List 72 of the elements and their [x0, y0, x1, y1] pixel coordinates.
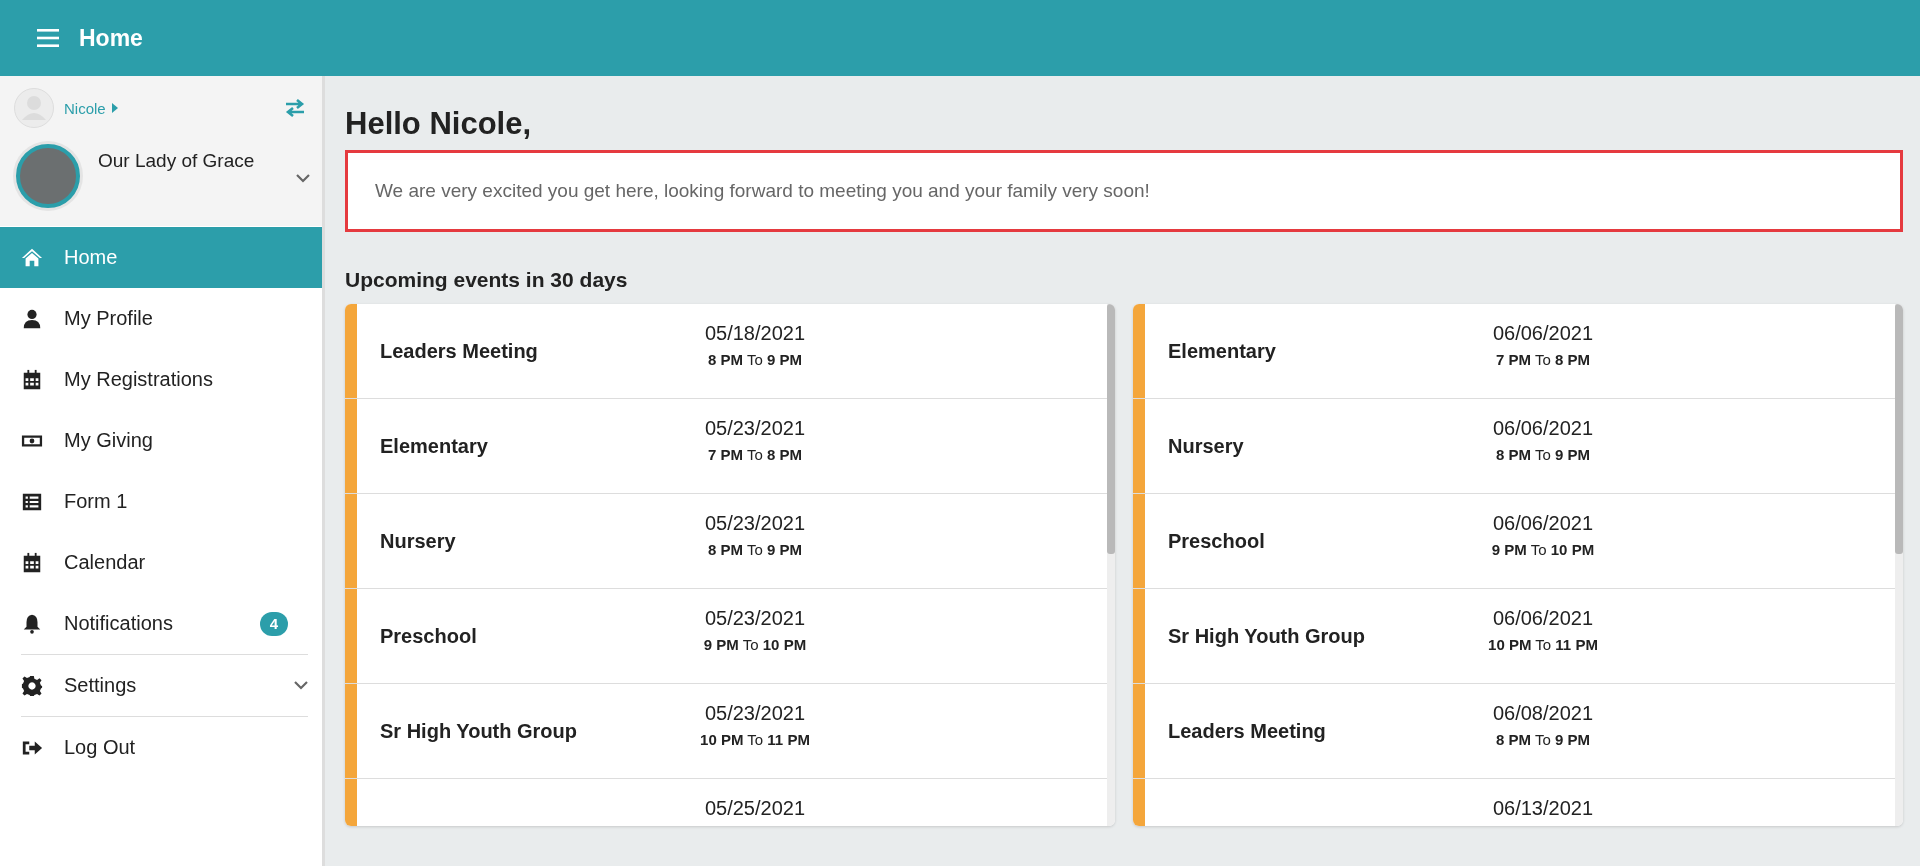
- event-date: 05/23/2021: [704, 607, 806, 630]
- event-date: 05/23/2021: [704, 702, 806, 725]
- menu-item[interactable]: My Profile: [0, 288, 322, 349]
- event-date: 05/18/2021: [704, 322, 806, 345]
- section-heading: Upcoming events in 30 days: [345, 268, 629, 292]
- event-time: 7 PM To 8 PM: [708, 446, 802, 463]
- avatar-icon: [14, 88, 54, 128]
- chevron-down-icon[interactable]: [296, 174, 310, 183]
- event-row[interactable]: Preschool 05/23/2021 9 PM To 10 PM: [345, 589, 1107, 684]
- event-row[interactable]: Elementary 06/06/2021 7 PM To 8 PM: [1133, 304, 1895, 399]
- event-name: Leaders Meeting: [380, 339, 538, 363]
- event-date: 06/06/2021: [1492, 417, 1594, 440]
- scrollbar[interactable]: [1895, 304, 1903, 826]
- caret-icon: [111, 103, 118, 113]
- home-icon: [21, 246, 43, 269]
- menu-item[interactable]: Calendar: [0, 532, 322, 593]
- event-row[interactable]: Sr High Youth Group 05/23/2021 10 PM To 11 PM: [345, 684, 1107, 779]
- event-time: 9 PM To 10 PM: [703, 636, 807, 653]
- event-time: 8 PM To 9 PM: [708, 541, 802, 558]
- event-row[interactable]: Leaders Meeting 05/18/2021 8 PM To 9 PM: [345, 304, 1107, 399]
- logo-placeholder: [16, 144, 80, 208]
- event-date: 05/23/2021: [704, 417, 806, 440]
- event-name: Nursery: [380, 529, 456, 553]
- person-icon: [21, 307, 43, 330]
- event-name: Sr High Youth Group: [380, 719, 578, 743]
- event-time: 8 PM To 9 PM: [1496, 731, 1590, 748]
- menu-item[interactable]: Form 1: [0, 471, 322, 532]
- event-name: Elementary: [380, 434, 488, 458]
- scrollbar[interactable]: [1107, 304, 1115, 826]
- count-badge: 4: [260, 611, 288, 636]
- calendar-icon: [21, 368, 43, 391]
- event-row[interactable]: Leaders Meeting 06/08/2021 8 PM To 9 PM: [1133, 684, 1895, 779]
- event-time: 9 PM To 10 PM: [1491, 541, 1595, 558]
- event-time: 10 PM To 11 PM: [700, 731, 810, 748]
- organization-name: Our Lady of Grace: [98, 150, 255, 172]
- swap-icon[interactable]: [284, 99, 306, 117]
- menu-item[interactable]: Settings: [21, 654, 308, 716]
- menu-item[interactable]: Notifications 4: [0, 593, 322, 654]
- event-date: 06/06/2021: [1492, 322, 1594, 345]
- event-row[interactable]: Elementary 05/23/2021 7 PM To 8 PM: [345, 399, 1107, 494]
- event-row[interactable]: Nursery 06/06/2021 8 PM To 9 PM: [1133, 399, 1895, 494]
- event-date: 06/06/2021: [1492, 607, 1594, 630]
- event-name: Preschool: [1168, 529, 1265, 553]
- event-time: 8 PM To 9 PM: [708, 351, 802, 368]
- event-time: 10 PM To 11 PM: [1488, 636, 1598, 653]
- event-time: 8 PM To 9 PM: [1496, 446, 1590, 463]
- settings-icon: [21, 674, 43, 697]
- event-row[interactable]: 06/13/2021: [1133, 779, 1895, 826]
- welcome-message: We are very excited you get here, looking forward to meeting you and your family very soon!: [375, 180, 1150, 201]
- menu-icon[interactable]: [37, 29, 59, 47]
- page-title: Home: [79, 24, 143, 52]
- menu-item[interactable]: My Giving: [0, 410, 322, 471]
- greeting-heading: Hello Nicole,: [345, 106, 533, 142]
- event-row[interactable]: 05/25/2021: [345, 779, 1107, 826]
- event-time: 7 PM To 8 PM: [1496, 351, 1590, 368]
- event-date: 06/08/2021: [1492, 702, 1594, 725]
- event-name: Sr High Youth Group: [1168, 624, 1366, 648]
- event-date: 06/13/2021: [1492, 797, 1594, 820]
- event-name: Nursery: [1168, 434, 1244, 458]
- event-name: Preschool: [380, 624, 477, 648]
- event-date: 05/25/2021: [704, 797, 806, 820]
- calendar-icon: [21, 551, 43, 574]
- event-date: 06/06/2021: [1492, 512, 1594, 535]
- menu-item[interactable]: Log Out: [21, 716, 308, 778]
- event-date: 05/23/2021: [704, 512, 806, 535]
- bell-icon: [21, 612, 43, 635]
- event-row[interactable]: Preschool 06/06/2021 9 PM To 10 PM: [1133, 494, 1895, 589]
- event-name: Elementary: [1168, 339, 1276, 363]
- event-name: Leaders Meeting: [1168, 719, 1326, 743]
- event-row[interactable]: Nursery 05/23/2021 8 PM To 9 PM: [345, 494, 1107, 589]
- event-row[interactable]: Sr High Youth Group 06/06/2021 10 PM To 11 PM: [1133, 589, 1895, 684]
- menu-item[interactable]: My Registrations: [0, 349, 322, 410]
